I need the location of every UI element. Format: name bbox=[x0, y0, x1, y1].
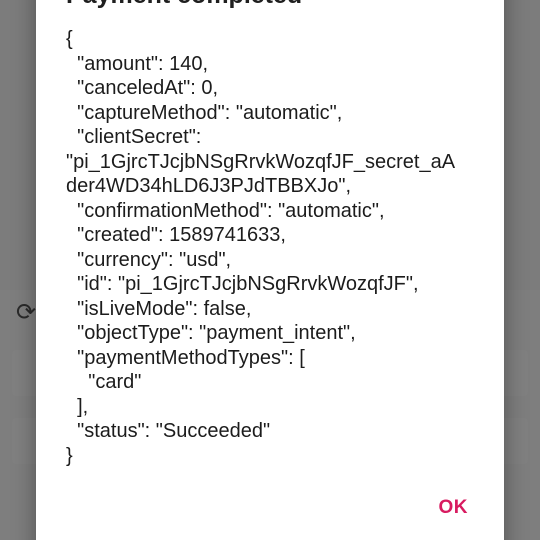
background-refresh-icon: ⟳ bbox=[16, 299, 37, 326]
json-line: "card" bbox=[66, 371, 142, 393]
json-line: "created": 1589741633, bbox=[66, 224, 286, 246]
json-line: "canceledAt": 0, bbox=[66, 77, 219, 99]
payment-dialog: Payment completed { "amount": 140, "canc… bbox=[36, 0, 504, 540]
json-line: "clientSecret": bbox=[66, 126, 202, 148]
screen: ⟳ Payment completed { "amount": 140, "ca… bbox=[0, 0, 540, 540]
json-line: "amount": 140, bbox=[66, 52, 209, 75]
dialog-title: Payment completed bbox=[66, 0, 302, 12]
json-line: "pi_1GjrcTJcjbNSgRrvkWozqfJF_secret_aA bbox=[66, 150, 456, 173]
payment-details-json: { "amount": 140, "canceledAt": 0, "captu… bbox=[66, 27, 486, 468]
json-line: { bbox=[66, 28, 73, 50]
json-line: ], bbox=[66, 395, 89, 418]
json-line: } bbox=[66, 444, 73, 467]
json-line: "paymentMethodTypes": [ bbox=[66, 346, 305, 369]
ok-button[interactable]: OK bbox=[433, 493, 475, 523]
json-line: "captureMethod": "automatic", bbox=[66, 101, 343, 124]
json-line: "currency": "usd", bbox=[66, 248, 232, 271]
json-line: "objectType": "payment_intent", bbox=[66, 322, 356, 344]
json-line: "status": "Succeeded" bbox=[66, 420, 271, 442]
json-line: "isLiveMode": false, bbox=[66, 297, 252, 320]
json-line: der4WD34hLD6J3PJdTBBXJo", bbox=[66, 175, 352, 197]
json-line: "id": "pi_1GjrcTJcjbNSgRrvkWozqfJF", bbox=[66, 273, 419, 295]
json-line: "confirmationMethod": "automatic", bbox=[66, 199, 385, 222]
